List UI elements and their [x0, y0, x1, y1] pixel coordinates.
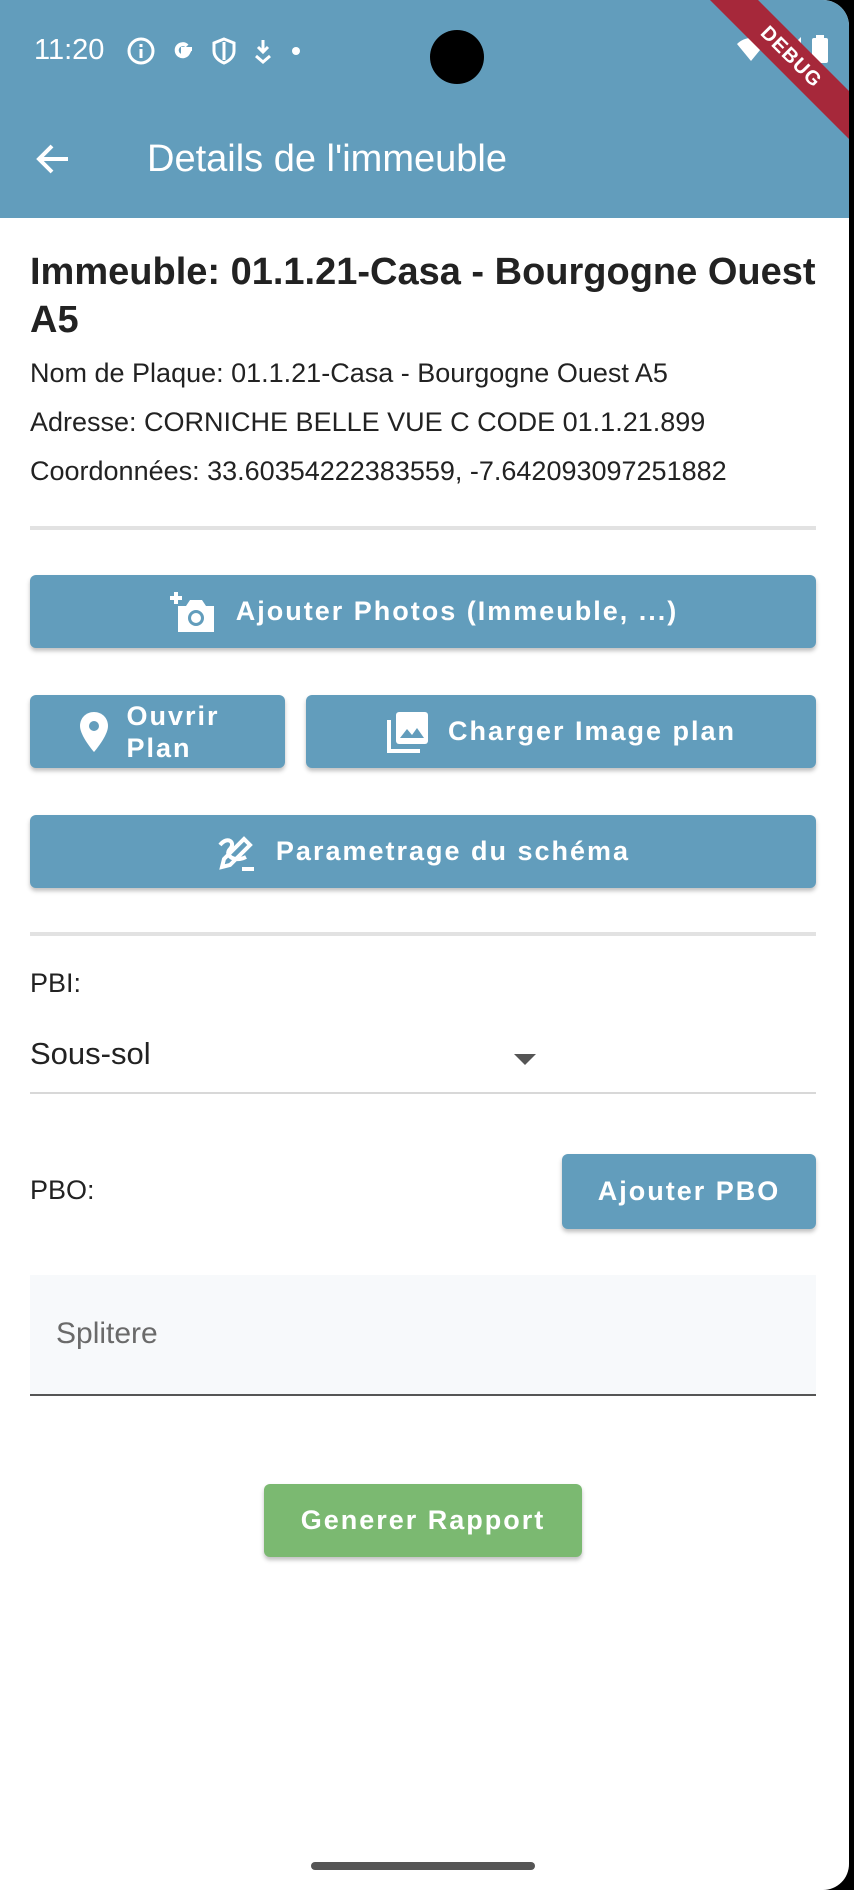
splitter-input[interactable]: Splitere: [30, 1275, 816, 1396]
pbo-label: PBO:: [30, 1175, 95, 1205]
pbi-label: PBI:: [30, 968, 82, 998]
page-title: Details de l'immeuble: [147, 138, 507, 180]
home-indicator[interactable]: [311, 1862, 535, 1870]
generate-report-label: Generer Rapport: [300, 1505, 546, 1535]
location-pin-icon: [79, 711, 109, 753]
edit-icon: [216, 831, 258, 873]
splitter-placeholder: Splitere: [56, 1317, 158, 1350]
divider-middle: [30, 932, 816, 936]
pbi-selected-value: Sous-sol: [30, 1036, 151, 1071]
coordinates: Coordonnées: 33.60354222383559, -7.64209…: [30, 456, 727, 486]
status-icons-left: [126, 36, 304, 66]
status-bar: 11:20: [34, 30, 849, 84]
divider-top: [30, 526, 816, 530]
camera-cutout: [430, 30, 484, 84]
open-plan-label: Ouvrir Plan: [126, 700, 220, 763]
app-bar: 11:20 DEBUG Details de l'immeuble: [0, 0, 849, 218]
building-heading: Immeuble: 01.1.21-Casa - Bourgogne Ouest…: [30, 251, 816, 341]
dot-icon: [292, 47, 300, 55]
load-plan-image-button[interactable]: Charger Image plan: [306, 695, 816, 768]
schema-settings-label: Parametrage du schéma: [275, 836, 631, 866]
plate-name: Nom de Plaque: 01.1.21-Casa - Bourgogne …: [30, 358, 668, 388]
info-icon: [127, 37, 155, 65]
load-plan-image-label: Charger Image plan: [447, 716, 737, 746]
generate-report-button[interactable]: Generer Rapport: [264, 1484, 582, 1557]
status-time: 11:20: [34, 34, 105, 66]
debug-banner: DEBUG: [694, 0, 849, 154]
add-photos-label: Ajouter Photos (Immeuble, ...): [235, 596, 679, 626]
add-photo-icon: [168, 590, 218, 634]
arrow-back-icon: [36, 144, 68, 174]
open-plan-button[interactable]: Ouvrir Plan: [30, 695, 285, 768]
address: Adresse: CORNICHE BELLE VUE C CODE 01.1.…: [30, 407, 706, 437]
pbi-dropdown[interactable]: Sous-sol: [30, 1026, 816, 1094]
building-info: Immeuble: 01.1.21-Casa - Bourgogne Ouest…: [30, 248, 816, 488]
dropdown-arrow-icon: [514, 1054, 536, 1065]
download-app-icon: [255, 40, 271, 64]
shield-icon: [212, 37, 236, 65]
add-pbo-button[interactable]: Ajouter PBO: [562, 1154, 816, 1229]
add-photos-button[interactable]: Ajouter Photos (Immeuble, ...): [30, 575, 816, 648]
back-button[interactable]: [34, 140, 72, 183]
screen: 11:20 DEBUG Details de l'immeuble Immeub…: [0, 0, 849, 1890]
add-pbo-label: Ajouter PBO: [597, 1176, 781, 1206]
schema-settings-button[interactable]: Parametrage du schéma: [30, 815, 816, 888]
google-icon: [174, 42, 192, 59]
photo-library-icon: [386, 710, 430, 754]
